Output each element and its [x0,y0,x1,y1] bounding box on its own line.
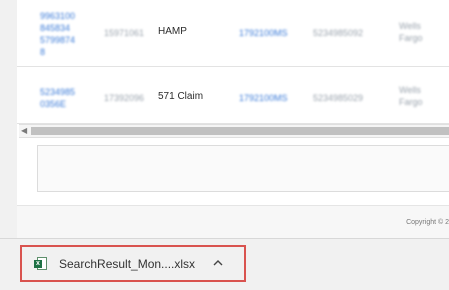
servicer-cell: Wells Fargo [399,84,423,108]
reference-link[interactable]: 1792100MS [239,92,288,104]
account-cell: 5234985092 [313,28,364,38]
reference-link[interactable]: 1792100MS [239,27,288,39]
record-id-line: 9963100 [40,11,76,21]
scroll-left-arrow-icon[interactable]: ◀ [21,126,27,136]
servicer-line: Fargo [399,33,423,43]
scrollbar-thumb[interactable] [31,127,449,135]
record-id-line: 8 [40,47,46,57]
table-row: 9963100 845834 5799874 8 15971061 HAMP 1… [17,0,449,67]
record-id-link[interactable]: 5234985 0356E [40,86,75,110]
servicer-line: Wells [399,21,421,31]
record-id-line: 5234985 [40,87,76,97]
record-id-line: 845834 [40,23,71,33]
account-cell: 5234985029 [313,93,364,103]
page-footer: Copyright © 2 [17,205,449,239]
chevron-up-icon[interactable] [213,258,223,270]
servicer-line: Fargo [399,97,423,107]
servicer-cell: Wells Fargo [399,20,423,44]
copyright-text: Copyright © 2 [406,219,449,226]
download-item[interactable]: x SearchResult_Mon....xlsx [20,245,246,282]
record-id-line: 0356E [40,99,67,109]
record-id-line: 5799874 [40,35,76,45]
servicer-line: Wells [399,85,421,95]
empty-panel [37,145,449,192]
record-id-link[interactable]: 9963100 845834 5799874 8 [40,10,75,58]
download-file-name[interactable]: SearchResult_Mon....xlsx [59,257,195,271]
horizontal-scrollbar[interactable]: ◀ [19,124,449,138]
excel-file-icon: x [34,257,47,270]
loan-number-cell: 15971061 [104,28,145,38]
download-bar: x SearchResult_Mon....xlsx [0,238,449,290]
type-cell: 571 Claim [158,91,204,102]
search-results-table: 9963100 845834 5799874 8 15971061 HAMP 1… [17,0,449,124]
loan-number-cell: 17392096 [104,93,145,103]
table-row: 5234985 0356E 17392096 571 Claim 1792100… [17,67,449,124]
type-cell: HAMP [158,26,187,37]
